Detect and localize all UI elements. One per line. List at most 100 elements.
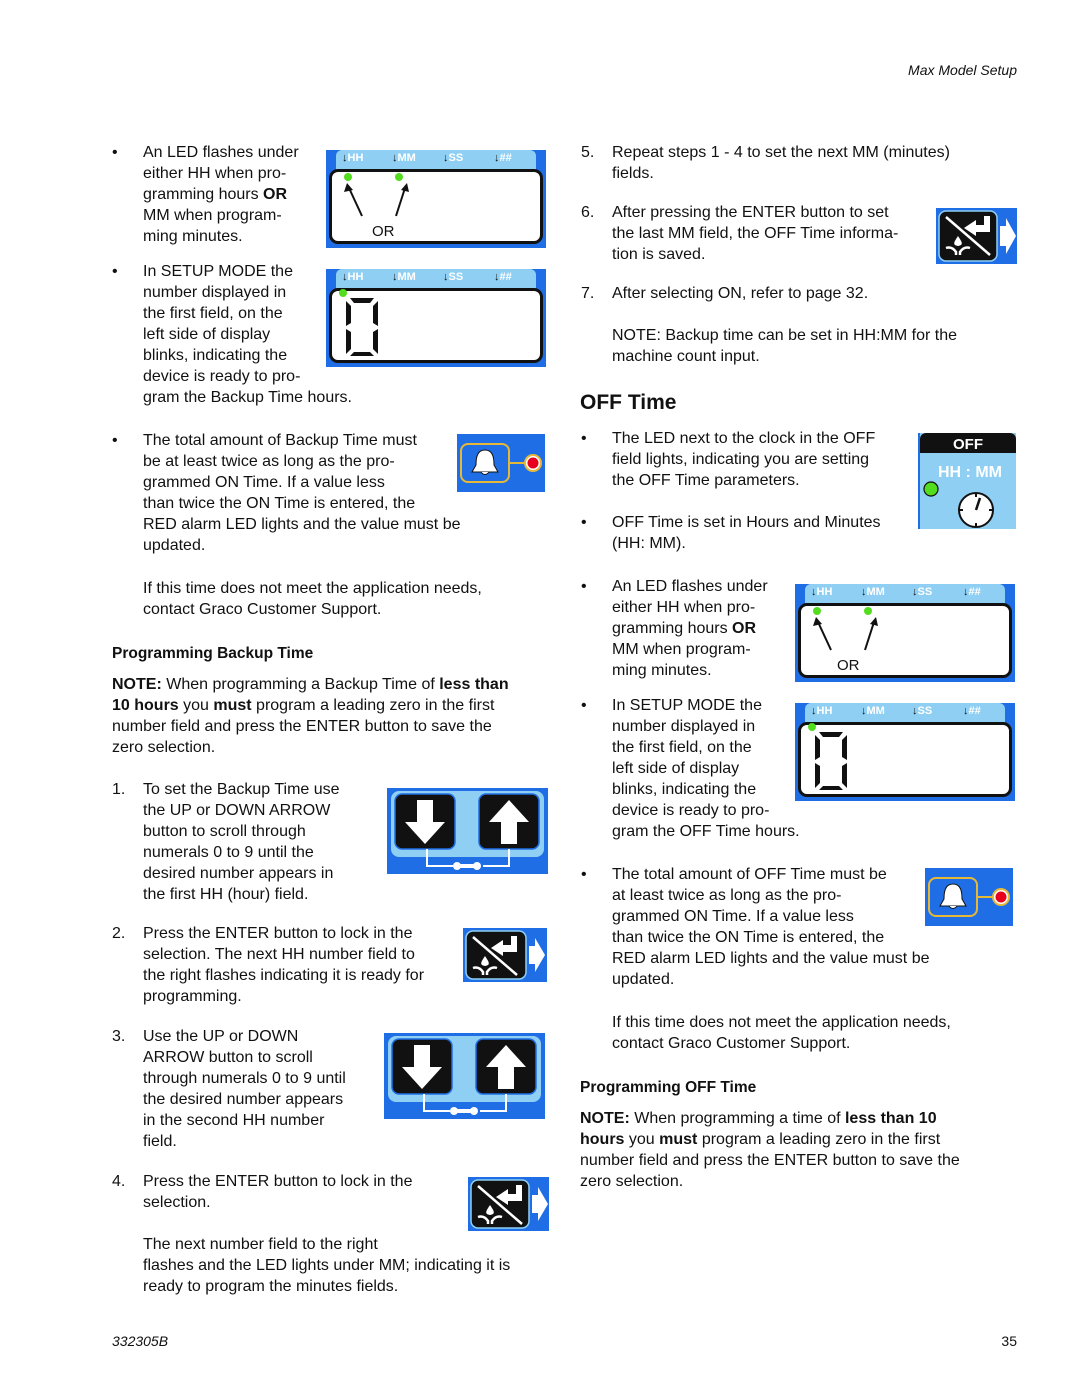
up-down-arrow-graphic [388,1036,541,1115]
text-line: Press the ENTER button to lock in the [143,1173,413,1190]
bullet-led-flashes-off: • An LED flashes under either HH when pr… [581,576,768,681]
text-line: gram the Backup Time hours. [143,389,352,406]
lcd-label-hash: ↓## [494,152,512,164]
text-line: the first HH (hour) field. [143,886,309,903]
lcd-display-led-or: ↓HH ↓MM ↓SS ↓## OR [326,150,546,248]
text-line: flashes and the LED lights under MM; ind… [143,1257,511,1274]
pointer-arrows-icon [344,183,409,217]
lcd-label-mm: ↓MM [861,586,885,598]
enter-button-graphic [463,928,547,982]
lcd-label-hash: ↓## [963,586,981,598]
step-number: 7. [581,285,595,302]
text-line: the last MM field, the OFF Time informa- [612,225,899,242]
text-line: To set the Backup Time use [143,781,340,798]
step-number: 6. [581,204,595,221]
lcd-screen [329,288,543,363]
text-line: ming minutes. [612,662,712,679]
up-down-arrow-graphic [391,791,544,870]
enter-icon [470,1179,548,1229]
text-line: Press the ENTER button to lock in the [143,925,413,942]
alarm-bell-icon [460,443,542,483]
text-line: RED alarm LED lights and the value must … [612,950,930,967]
text-line: RED alarm LED lights and the value must … [143,516,461,533]
text-line: either HH when pro- [612,599,756,616]
text-line: device is ready to pro- [143,368,301,385]
lcd-label-hash: ↓## [494,271,512,283]
text-line: button to scroll through [143,823,306,840]
text-line: field lights, indicating you are setting [612,451,870,468]
step-number: 5. [581,144,595,161]
step-5: 5. Repeat steps 1 - 4 to set the next MM… [581,142,950,184]
step-1: 1. To set the Backup Time use the UP or … [112,779,340,905]
text-line: blinks, indicating the [143,347,288,364]
seven-segment-zero-icon [815,732,847,790]
step-7: 7. After selecting ON, refer to page 32. [581,283,868,304]
text-line: updated. [612,971,675,988]
step-2: 2. Press the ENTER button to lock in the… [112,923,424,1007]
alarm-bell-icon [928,877,1010,917]
text-line: number field and press the ENTER button … [580,1152,960,1169]
heading-programming-off-time: Programming OFF Time [580,1079,757,1096]
off-led-icon [923,481,939,497]
step-4-followup: The next number field to the right flash… [143,1234,510,1297]
note-leading-zero-off: NOTE: When programming a time of less th… [580,1108,960,1192]
heading-programming-backup-time: Programming Backup Time [112,645,314,662]
bullet-led-clock: • The LED next to the clock in the OFF f… [581,428,876,491]
lcd-screen: OR [329,169,543,244]
text-line: NOTE: Backup time can be set in HH:MM fo… [612,327,958,344]
step-4: 4. Press the ENTER button to lock in the… [112,1171,413,1213]
text-line: the first field, on the [143,305,283,322]
text-line: (HH: MM). [612,535,686,552]
text-line: The total amount of Backup Time must [143,432,417,449]
bullet-mark: • [581,514,587,531]
text-line: the UP or DOWN ARROW [143,802,331,819]
text-line: An LED flashes under [143,144,299,161]
down-arrow-icon [394,793,456,850]
text-line: In SETUP MODE the [143,263,293,280]
enter-button-graphic [468,1177,549,1231]
lcd-label-ss: ↓SS [912,705,933,717]
bullet-mark: • [112,263,118,280]
lcd-display-led-or: ↓HH ↓MM ↓SS ↓## OR [795,584,1015,682]
clock-icon [958,492,994,528]
bullet-mark: • [581,866,587,883]
bullet-mark: • [581,430,587,447]
bullet-setup-mode-off: • In SETUP MODE the number displayed in … [581,695,800,842]
lcd-label-mm: ↓MM [392,271,416,283]
seven-segment-zero-icon [346,298,378,356]
text-line: machine count input. [612,348,760,365]
text-line: grammed ON Time. If a value less [612,908,854,925]
bullet-setup-mode: • In SETUP MODE the number displayed in … [112,261,352,408]
led-mm-icon [395,173,403,181]
text-line: contact Graco Customer Support. [143,601,382,618]
wrench-icon [453,862,481,870]
lcd-label-mm: ↓MM [861,705,885,717]
lcd-screen: OR [798,603,1012,678]
text-line: fields. [612,165,654,182]
down-arrow-icon [391,1038,453,1095]
up-down-arrow-buttons [387,788,548,874]
step-3: 3. Use the UP or DOWN ARROW button to sc… [112,1026,346,1152]
text-line: 10 hours you must program a leading zero… [112,697,495,714]
hh-mm-label: HH : MM [938,464,1002,481]
text-line: The LED next to the clock in the OFF [612,430,876,447]
lcd-label-ss: ↓SS [912,586,933,598]
lcd-label-ss: ↓SS [443,152,464,164]
alarm-bell-panel [925,868,1013,926]
alarm-bell-panel [457,434,545,492]
step-number: 4. [112,1173,126,1190]
lcd-label-hh: ↓HH [342,271,364,283]
text-line: gramming hours OR [143,186,288,203]
text-line: in the second HH number [143,1112,325,1129]
text-line: Repeat steps 1 - 4 to set the next MM (m… [612,144,950,161]
off-time-panel: OFF HH : MM [918,433,1016,529]
note-leading-zero: NOTE: When programming a Backup Time of … [112,674,509,758]
or-label: OR [837,657,860,674]
text-line: contact Graco Customer Support. [612,1035,851,1052]
lcd-label-hh: ↓HH [811,705,833,717]
enter-icon [938,210,1016,262]
text-line: NOTE: When programming a Backup Time of … [112,676,509,693]
bullet-hours-minutes: • OFF Time is set in Hours and Minutes (… [581,512,881,554]
bullet-off-twice: • The total amount of OFF Time must be a… [581,864,930,990]
text-line: ready to program the minutes fields. [143,1278,399,1295]
